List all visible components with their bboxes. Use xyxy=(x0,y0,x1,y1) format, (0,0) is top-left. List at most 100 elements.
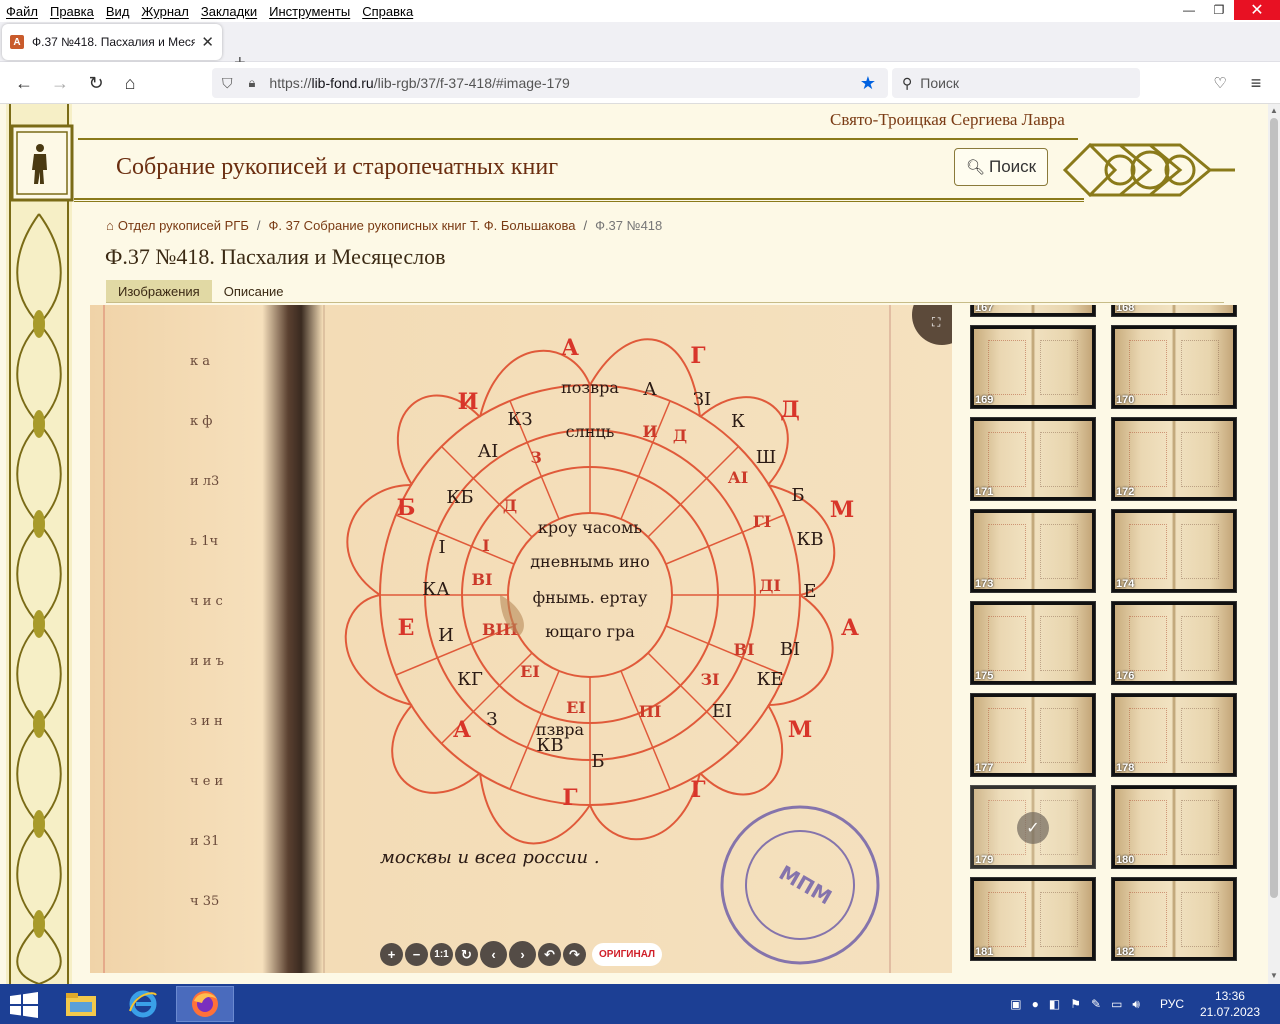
home-icon[interactable]: ⌂ xyxy=(118,71,142,95)
thumbnail-selected[interactable]: ✓ 179 xyxy=(970,785,1096,869)
menu-tools[interactable]: Инструменты xyxy=(263,4,356,19)
back-icon[interactable]: ← xyxy=(12,71,36,95)
svg-text:позвра: позвра xyxy=(561,378,619,397)
thumbnail[interactable]: 176 xyxy=(1111,601,1237,685)
navigation-bar: ← → ↻ ⌂ ⛉ 🔒︎ https://lib-fond.ru/lib-rgb… xyxy=(0,62,1280,104)
menu-bookmarks[interactable]: Закладки xyxy=(195,4,263,19)
close-tab-icon[interactable]: ✕ xyxy=(201,33,214,51)
internet-explorer-icon[interactable] xyxy=(114,986,172,1022)
tools-tray-icon[interactable]: ✎ xyxy=(1091,997,1101,1011)
rotate-right-button[interactable]: ↷ xyxy=(563,943,586,966)
scroll-up-icon[interactable]: ▲ xyxy=(1268,106,1280,115)
svg-text:з и н: з и н xyxy=(190,714,223,729)
tracking-shield-icon[interactable]: ⛉ xyxy=(222,75,233,92)
clock-time: 13:36 xyxy=(1214,989,1245,1003)
svg-text:А: А xyxy=(643,379,657,400)
breadcrumb-item[interactable]: Отдел рукописей РГБ xyxy=(118,218,249,233)
actual-size-button[interactable]: 1:1 xyxy=(430,943,453,966)
menu-edit[interactable]: Правка xyxy=(44,4,100,19)
network-icon[interactable]: ▣ xyxy=(1010,997,1021,1011)
pocket-icon[interactable]: ♡ xyxy=(1208,71,1232,95)
url-bar[interactable]: ⛉ 🔒︎ https://lib-fond.ru/lib-rgb/37/f-37… xyxy=(212,68,888,98)
restore-icon[interactable]: ❐ xyxy=(1204,0,1234,20)
language-indicator[interactable]: РУС xyxy=(1160,997,1184,1011)
thumbnail[interactable]: 170 xyxy=(1111,325,1237,409)
thumbnail-list[interactable]: 167 168 169 170 171 172 173 174 175 176 … xyxy=(968,305,1248,973)
knot-ornament xyxy=(1062,142,1235,198)
thumbnail[interactable]: 175 xyxy=(970,601,1096,685)
previous-image-button[interactable]: ‹ xyxy=(480,941,507,968)
checkmark-icon: ✓ xyxy=(1017,812,1049,844)
svg-text:ВI: ВI xyxy=(471,570,492,589)
volume-icon[interactable]: 🔊︎ xyxy=(1132,997,1140,1012)
thumbnail[interactable]: 178 xyxy=(1111,693,1237,777)
menu-view[interactable]: Вид xyxy=(100,4,136,19)
svg-text:к а: к а xyxy=(190,354,210,369)
rotate-left-button[interactable]: ↶ xyxy=(538,943,561,966)
svg-text:З: З xyxy=(530,448,542,467)
svg-text:Е: Е xyxy=(803,581,816,602)
thumbnail[interactable]: 177 xyxy=(970,693,1096,777)
app-tray-icon[interactable]: ◧ xyxy=(1049,997,1060,1011)
system-clock[interactable]: 13:36 21.07.2023 xyxy=(1200,988,1260,1020)
menu-file[interactable]: Файл xyxy=(0,4,44,19)
thumbnail-number: 170 xyxy=(1116,394,1135,406)
thumbnail[interactable]: 180 xyxy=(1111,785,1237,869)
lavra-link[interactable]: Свято-Троицкая Сергиева Лавра xyxy=(830,110,1065,130)
svg-text:А: А xyxy=(841,615,859,641)
thumbnail[interactable]: 169 xyxy=(970,325,1096,409)
svg-text:I: I xyxy=(482,536,489,555)
image-viewer[interactable]: к а к ф и л3 ь 1ч ч и с и и ъ з и н ч е и и 31 ч… xyxy=(90,305,952,973)
original-button[interactable]: ОРИГИНАЛ xyxy=(592,943,663,966)
page-scrollbar[interactable]: ▲ ▼ xyxy=(1268,104,1280,984)
menu-help[interactable]: Справка xyxy=(356,4,419,19)
bookmark-star-icon[interactable]: ★ xyxy=(860,73,876,94)
reset-button[interactable]: ↻ xyxy=(455,943,478,966)
app-menu-icon[interactable]: ≡ xyxy=(1244,71,1268,95)
minimize-icon[interactable]: — xyxy=(1174,0,1204,20)
thumbnail-number: 182 xyxy=(1116,946,1135,958)
lock-icon[interactable]: 🔒︎ xyxy=(249,75,256,91)
thumbnail[interactable]: 182 xyxy=(1111,877,1237,961)
breadcrumb-item[interactable]: Ф. 37 Собрание рукописных книг Т. Ф. Бол… xyxy=(269,218,576,233)
svg-text:ЕI: ЕI xyxy=(566,698,586,717)
site-search-button[interactable]: 🔍︎ Поиск xyxy=(954,148,1048,186)
svg-text:А: А xyxy=(561,335,579,361)
site-title[interactable]: Собрание рукописей и старопечатных книг xyxy=(116,154,558,181)
security-icon[interactable]: ● xyxy=(1032,997,1039,1011)
next-image-button[interactable]: › xyxy=(509,941,536,968)
scroll-down-icon[interactable]: ▼ xyxy=(1268,971,1280,980)
svg-text:К: К xyxy=(731,411,745,432)
tab-bar: A Ф.37 №418. Пасхалия и Месяцесл ✕ + xyxy=(0,22,1280,74)
reload-icon[interactable]: ↻ xyxy=(84,71,108,95)
svg-text:ЕI: ЕI xyxy=(712,701,732,722)
thumbnail[interactable]: 174 xyxy=(1111,509,1237,593)
zoom-in-button[interactable]: + xyxy=(380,943,403,966)
file-explorer-icon[interactable] xyxy=(52,986,110,1022)
browser-tab[interactable]: A Ф.37 №418. Пасхалия и Месяцесл ✕ xyxy=(2,24,222,60)
forward-icon[interactable]: → xyxy=(48,71,72,95)
thumbnail[interactable]: 168 xyxy=(1111,305,1237,317)
tab-images[interactable]: Изображения xyxy=(106,280,212,302)
close-window-icon[interactable]: ✕ xyxy=(1234,0,1280,20)
search-bar[interactable]: ⚲ Поиск xyxy=(892,68,1140,98)
header-rule xyxy=(74,198,1084,202)
svg-text:Б: Б xyxy=(791,485,804,506)
display-icon[interactable]: ▭ xyxy=(1111,997,1122,1011)
windows-start-icon[interactable] xyxy=(10,992,38,1018)
thumbnail-number: 175 xyxy=(975,670,994,682)
svg-text:Г: Г xyxy=(690,777,705,803)
thumbnail-number: 181 xyxy=(975,946,994,958)
flag-icon[interactable]: ⚑ xyxy=(1070,997,1081,1011)
thumbnail[interactable]: 171 xyxy=(970,417,1096,501)
svg-text:КГ: КГ xyxy=(457,669,483,690)
thumbnail[interactable]: 167 xyxy=(970,305,1096,317)
tab-description[interactable]: Описание xyxy=(212,280,296,302)
thumbnail[interactable]: 172 xyxy=(1111,417,1237,501)
thumbnail[interactable]: 181 xyxy=(970,877,1096,961)
thumbnail[interactable]: 173 xyxy=(970,509,1096,593)
firefox-icon[interactable] xyxy=(176,986,234,1022)
scroll-thumb[interactable] xyxy=(1270,118,1278,898)
zoom-out-button[interactable]: − xyxy=(405,943,428,966)
menu-history[interactable]: Журнал xyxy=(135,4,194,19)
